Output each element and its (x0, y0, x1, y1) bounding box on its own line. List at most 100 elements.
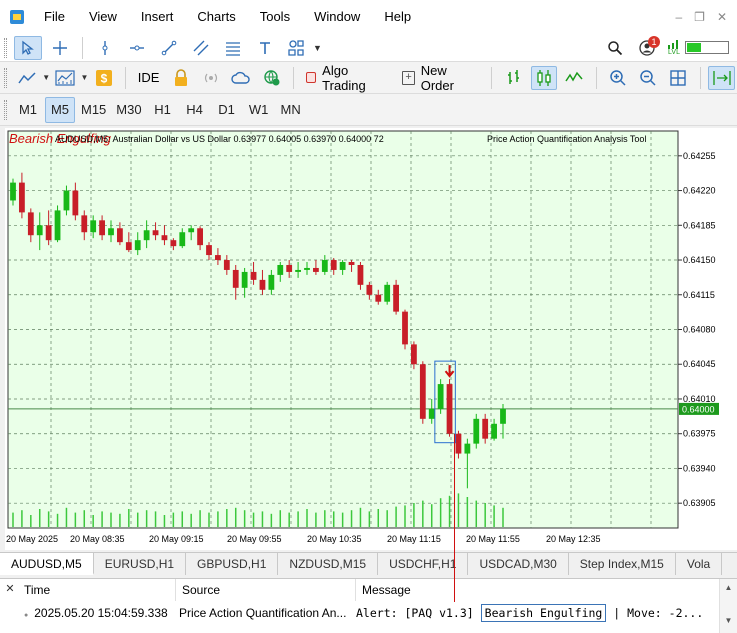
candle-body (437, 384, 444, 409)
indicators-icon (55, 69, 75, 86)
globe-icon (263, 69, 280, 85)
close-icon[interactable]: ✕ (4, 583, 16, 595)
signals-button[interactable] (198, 66, 224, 90)
menu-view[interactable]: View (77, 0, 129, 34)
menu-file[interactable]: File (32, 0, 77, 34)
tab-vola[interactable]: Vola (676, 553, 723, 575)
menu-tools[interactable]: Tools (248, 0, 302, 34)
ide-button[interactable]: IDE (132, 65, 166, 91)
algo-trading-button[interactable]: Algo Trading (300, 63, 397, 93)
restore-icon[interactable]: ❐ (694, 10, 705, 24)
timeframe-mn[interactable]: MN (276, 97, 306, 123)
y-tick-label: 0.64080 (683, 325, 716, 335)
zoom-out-button[interactable] (635, 66, 661, 90)
toolbar-grip[interactable] (4, 37, 7, 58)
shapes-dropdown-icon[interactable]: ▼ (313, 43, 323, 53)
trend-line-button[interactable] (155, 36, 183, 60)
new-order-button[interactable]: + New Order (396, 63, 485, 93)
toolbar-grip[interactable] (4, 99, 7, 120)
search-button[interactable] (601, 36, 629, 60)
toolbar-separator (699, 66, 701, 89)
timeframe-d1[interactable]: D1 (212, 97, 242, 123)
signal-connector-line (454, 434, 455, 602)
candle-body (348, 262, 355, 265)
indicators-button[interactable] (52, 66, 78, 90)
y-tick-label: 0.64220 (683, 186, 716, 196)
tab-audusd[interactable]: AUDUSD,M5 (0, 553, 94, 575)
candle-body (339, 262, 346, 270)
candle-body (232, 269, 239, 288)
timeframe-m5[interactable]: M5 (45, 96, 75, 123)
channel-button[interactable] (187, 36, 215, 60)
horizontal-line-button[interactable] (123, 36, 151, 60)
journal-row[interactable]: ● 2025.05.20 15:04:59.338 Price Action Qu… (18, 603, 718, 623)
tab-gbpusd[interactable]: GBPUSD,H1 (186, 553, 279, 575)
candle-body (464, 443, 471, 454)
candle-body (402, 311, 408, 345)
vertical-line-button[interactable] (91, 36, 119, 60)
journal-scrollbar[interactable]: ▲ ▼ (719, 579, 737, 633)
timeframe-h4[interactable]: H4 (180, 97, 210, 123)
price-chart[interactable]: 0.64255 0.64220 0.64185 0.64150 0.64115 0.640… (5, 128, 737, 550)
notifications-button[interactable]: 1 (633, 35, 661, 60)
y-tick-label: 0.64150 (683, 255, 716, 265)
candlestick-mode-button[interactable] (530, 65, 558, 90)
grid-icon (670, 69, 687, 86)
tile-windows-button[interactable] (665, 66, 691, 90)
bullet-icon: ● (24, 612, 29, 619)
timeframe-m1[interactable]: M1 (13, 97, 43, 123)
fibonacci-icon (226, 41, 240, 56)
chart-type-button[interactable] (14, 66, 40, 90)
shapes-button[interactable] (283, 36, 311, 60)
candle-body (321, 260, 328, 272)
chart-area[interactable]: 0.64255 0.64220 0.64185 0.64150 0.64115 0.640… (5, 128, 737, 550)
market-button[interactable]: $ (90, 66, 116, 90)
toolbar-grip[interactable] (4, 67, 7, 88)
y-tick-label: 0.64045 (683, 359, 716, 369)
line-chart-icon (18, 71, 36, 83)
column-message[interactable]: Message (356, 579, 718, 601)
candle-body (491, 423, 497, 439)
line-mode-button[interactable] (561, 66, 587, 90)
bar-chart-mode-button[interactable] (500, 66, 526, 90)
fibonacci-button[interactable] (219, 36, 247, 60)
chart-type-dropdown-icon[interactable]: ▼ (42, 73, 50, 82)
timeframe-m15[interactable]: M15 (77, 97, 110, 123)
zoom-in-button[interactable] (604, 66, 630, 90)
menu-help[interactable]: Help (372, 0, 423, 34)
toolbar-separator (292, 66, 294, 89)
menu-window[interactable]: Window (302, 0, 372, 34)
candlestick-icon (537, 69, 551, 86)
candle-body (295, 269, 301, 272)
menu-insert[interactable]: Insert (129, 0, 186, 34)
dollar-icon: $ (95, 69, 112, 86)
candle-body (45, 225, 52, 241)
tab-step-index[interactable]: Step Index,M15 (569, 553, 676, 575)
timeframe-h1[interactable]: H1 (148, 97, 178, 123)
text-tool-button[interactable] (251, 36, 279, 60)
column-source[interactable]: Source (176, 579, 356, 601)
cursor-tool-button[interactable] (14, 35, 42, 60)
tab-eurusd[interactable]: EURUSD,H1 (94, 553, 187, 575)
x-tick-label: 20 May 12:35 (546, 534, 601, 544)
autoscroll-button[interactable] (708, 65, 735, 90)
close-icon[interactable]: ✕ (717, 10, 727, 24)
lock-button[interactable] (167, 66, 193, 90)
timeframe-w1[interactable]: W1 (244, 97, 274, 123)
tab-usdcad[interactable]: USDCAD,M30 (468, 553, 569, 575)
candle-body (99, 220, 105, 236)
indicators-dropdown-icon[interactable]: ▼ (81, 73, 89, 82)
chart-tabs: AUDUSD,M5 EURUSD,H1 GBPUSD,H1 NZDUSD,M15… (0, 552, 737, 575)
scroll-up-icon[interactable]: ▲ (720, 583, 737, 592)
vps-button[interactable] (228, 66, 254, 90)
tab-nzdusd[interactable]: NZDUSD,M15 (278, 553, 379, 575)
candle-body (215, 255, 221, 261)
crosshair-tool-button[interactable] (46, 36, 74, 60)
community-button[interactable] (258, 66, 284, 90)
scroll-down-icon[interactable]: ▼ (720, 616, 737, 625)
minimize-icon[interactable]: – (675, 10, 682, 24)
menu-charts[interactable]: Charts (185, 0, 247, 34)
timeframe-m30[interactable]: M30 (112, 97, 145, 123)
candle-body (304, 267, 310, 270)
column-time[interactable]: Time (18, 579, 176, 601)
